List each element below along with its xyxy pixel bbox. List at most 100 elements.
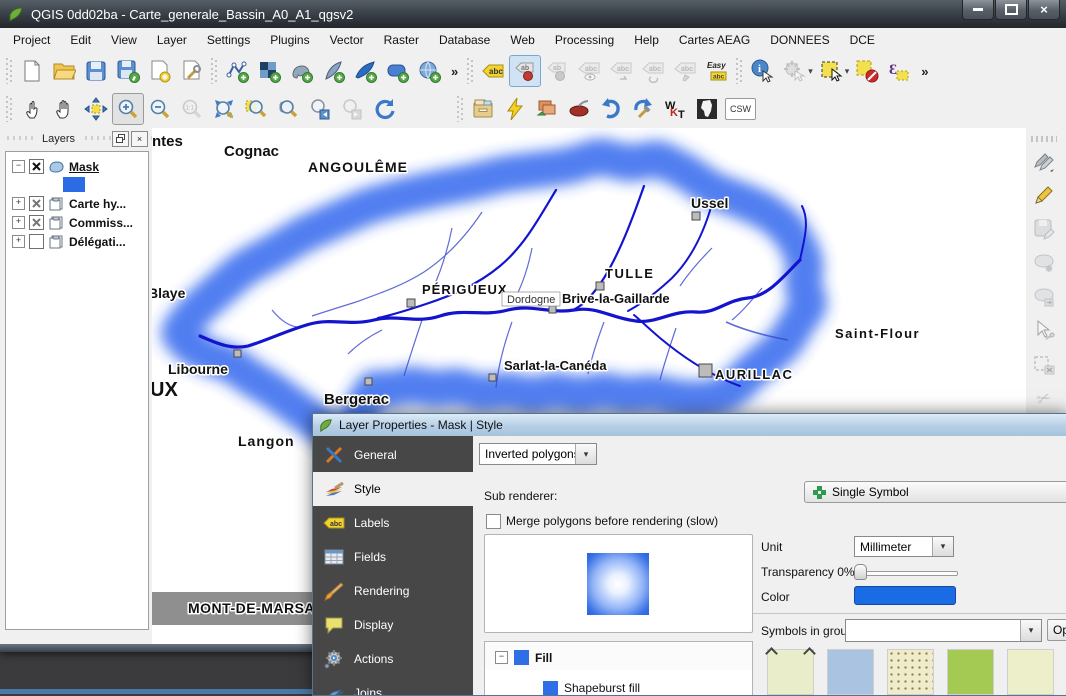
identify-features-button[interactable]: i [746, 55, 778, 87]
open-library-button[interactable]: Ope [1047, 619, 1066, 641]
undo-plugin-button[interactable] [595, 93, 627, 125]
menu-dce[interactable]: DCE [840, 29, 885, 51]
tab-display[interactable]: Display [313, 608, 473, 642]
add-spatialite-layer-button[interactable] [317, 55, 349, 87]
layer-row-mask[interactable]: − Mask [12, 158, 148, 175]
images-plugin-button[interactable] [531, 93, 563, 125]
new-project-button[interactable] [16, 55, 48, 87]
menu-donnees[interactable]: DONNEES [760, 29, 839, 51]
touch-zoom-button[interactable] [16, 93, 48, 125]
tab-actions[interactable]: Actions [313, 642, 473, 676]
add-feature-button[interactable] [1029, 248, 1059, 278]
symbol-preset-swatch[interactable] [827, 649, 874, 695]
refresh-map-button[interactable] [368, 93, 400, 125]
menu-processing[interactable]: Processing [545, 29, 624, 51]
shapeburst-node-row[interactable]: Shapeburst fill [485, 670, 752, 696]
select-features-button[interactable] [815, 55, 847, 87]
tab-labels[interactable]: abc Labels [313, 506, 473, 540]
deselect-features-button[interactable] [851, 55, 883, 87]
toolbar-overflow-button[interactable]: » [451, 64, 458, 79]
label-edit-button[interactable]: abc [669, 55, 701, 87]
expand-icon[interactable]: + [12, 197, 25, 210]
symbol-preset-swatch[interactable] [767, 649, 814, 695]
composer-manager-button[interactable] [176, 55, 208, 87]
toggle-editing-button[interactable] [1029, 180, 1059, 210]
collapse-icon[interactable]: − [12, 160, 25, 173]
zoom-last-button[interactable] [304, 93, 336, 125]
toolbar-handle[interactable] [1031, 136, 1057, 142]
csw-plugin-button[interactable]: CSW [725, 98, 756, 120]
group-label[interactable]: Carte hy... [69, 197, 126, 211]
layer-row-delegati[interactable]: + Délégati... [12, 233, 148, 250]
add-wms-layer-button[interactable] [413, 55, 445, 87]
menu-vector[interactable]: Vector [320, 29, 374, 51]
symbols-group-combobox[interactable]: ▾ [845, 619, 1042, 642]
minimize-button[interactable] [962, 0, 994, 20]
add-vector-layer-button[interactable] [221, 55, 253, 87]
layer-label[interactable]: Mask [69, 160, 99, 174]
zoom-native-button[interactable]: 1:1 [176, 93, 208, 125]
symbol-preset-swatch[interactable] [947, 649, 994, 695]
group-label[interactable]: Commiss... [69, 216, 133, 230]
color-button[interactable] [854, 586, 956, 605]
save-edits-button[interactable] [1029, 214, 1059, 244]
add-mssql-layer-button[interactable] [349, 55, 381, 87]
menu-database[interactable]: Database [429, 29, 500, 51]
zoom-out-button[interactable] [144, 93, 176, 125]
easy-custom-labeling-button[interactable]: Easyabc [701, 55, 733, 87]
save-project-as-button[interactable] [112, 55, 144, 87]
dock-close-button[interactable]: × [131, 131, 148, 147]
pan-to-selection-button[interactable] [80, 93, 112, 125]
save-project-button[interactable] [80, 55, 112, 87]
add-raster-layer-button[interactable] [253, 55, 285, 87]
symbol-preset-swatch[interactable] [1007, 649, 1054, 695]
quick-plugin-button[interactable] [499, 93, 531, 125]
symbol-preset-swatch[interactable] [887, 649, 934, 695]
cut-features-button[interactable]: ✂ [1029, 384, 1059, 414]
titlebar[interactable]: QGIS 0dd02ba - Carte_generale_Bassin_A0_… [0, 0, 1066, 28]
add-oracle-layer-button[interactable] [381, 55, 413, 87]
repair-plugin-button[interactable] [627, 93, 659, 125]
layer-row-carte[interactable]: + Carte hy... [12, 195, 148, 212]
pan-map-button[interactable] [48, 93, 80, 125]
label-move-button[interactable]: ab [541, 55, 573, 87]
toolbar-handle[interactable] [6, 58, 13, 84]
toolbar-handle[interactable] [6, 96, 13, 122]
collapse-icon[interactable]: − [495, 651, 508, 664]
dialog-titlebar[interactable]: Layer Properties - Mask | Style [313, 414, 1066, 436]
delete-selected-button[interactable] [1029, 350, 1059, 380]
menu-edit[interactable]: Edit [60, 29, 101, 51]
layer-checkbox[interactable] [29, 159, 44, 174]
menu-raster[interactable]: Raster [374, 29, 429, 51]
menu-cartes-aeag[interactable]: Cartes AEAG [669, 29, 760, 51]
toolbar-handle[interactable] [211, 58, 218, 84]
label-pin-button[interactable]: ab [509, 55, 541, 87]
beret-plugin-button[interactable] [563, 93, 595, 125]
toolbar-overflow-button[interactable]: » [921, 64, 928, 79]
wkt-plugin-button[interactable]: WKT [659, 93, 691, 125]
zoom-next-button[interactable] [336, 93, 368, 125]
tab-rendering[interactable]: Rendering [313, 574, 473, 608]
group-checkbox[interactable] [29, 215, 44, 230]
renderer-combobox[interactable]: Inverted polygons ▾ [479, 443, 597, 465]
menu-settings[interactable]: Settings [197, 29, 260, 51]
africa-plugin-button[interactable] [691, 93, 723, 125]
group-checkbox[interactable] [29, 196, 44, 211]
zoom-to-selection-button[interactable] [240, 93, 272, 125]
tab-fields[interactable]: Fields [313, 540, 473, 574]
label-refresh-button[interactable]: abc [637, 55, 669, 87]
tab-general[interactable]: General [313, 438, 473, 472]
close-button[interactable]: × [1028, 0, 1060, 20]
label-rotate-button[interactable]: abc [605, 55, 637, 87]
select-by-expression-button[interactable]: Ɛ [883, 55, 915, 87]
menu-view[interactable]: View [101, 29, 147, 51]
single-symbol-button[interactable]: Single Symbol [804, 481, 1066, 503]
menu-help[interactable]: Help [624, 29, 669, 51]
zoom-in-button[interactable] [112, 93, 144, 125]
merge-polygons-checkbox[interactable] [486, 514, 501, 529]
dock-float-button[interactable] [112, 131, 129, 147]
slider-handle[interactable] [854, 564, 867, 580]
group-label[interactable]: Délégati... [69, 235, 126, 249]
open-project-button[interactable] [48, 55, 80, 87]
layer-row-commiss[interactable]: + Commiss... [12, 214, 148, 231]
